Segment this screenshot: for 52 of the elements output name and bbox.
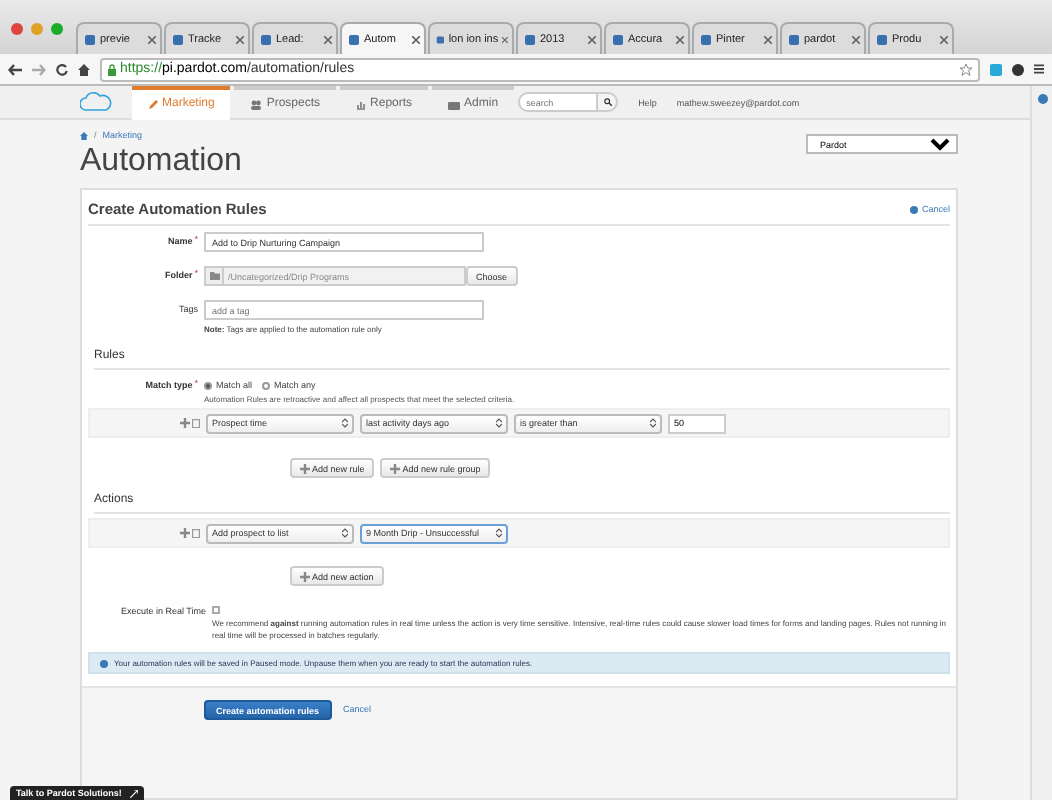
caret-icon (496, 418, 502, 428)
page-icon (436, 33, 445, 45)
caret-icon (342, 528, 348, 538)
home-icon[interactable] (78, 63, 90, 75)
back-icon[interactable] (8, 63, 22, 75)
search-icon[interactable] (603, 98, 612, 106)
close-icon[interactable] (412, 35, 420, 43)
lock-icon (108, 63, 116, 75)
logo-icon[interactable] (80, 92, 112, 112)
close-icon[interactable] (940, 35, 948, 43)
page-icon (260, 33, 272, 45)
page-icon (348, 33, 360, 45)
chart-icon (356, 99, 367, 109)
briefcase-icon (448, 99, 461, 109)
caret-icon (650, 418, 656, 428)
page-icon (876, 33, 888, 45)
home-icon[interactable] (80, 131, 88, 139)
plus-icon[interactable] (180, 528, 190, 538)
expand-icon[interactable] (129, 789, 138, 797)
plus-icon[interactable] (300, 463, 310, 473)
reload-icon[interactable] (56, 63, 68, 75)
plus-icon[interactable] (180, 418, 190, 428)
close-icon[interactable] (236, 35, 244, 43)
search-button[interactable] (598, 92, 619, 112)
close-icon[interactable] (676, 35, 684, 43)
plus-icon[interactable] (300, 571, 310, 581)
folder-icon (209, 272, 219, 280)
page-icon (172, 33, 184, 45)
radio-icon[interactable] (204, 381, 212, 389)
close-icon[interactable] (764, 35, 772, 43)
close-icon[interactable] (502, 35, 508, 43)
radio-icon[interactable] (262, 381, 271, 389)
caret-icon (342, 418, 348, 428)
pencil-icon (148, 99, 158, 109)
menu-icon[interactable] (1034, 64, 1044, 74)
plus-icon[interactable] (390, 463, 401, 473)
checkbox[interactable] (212, 606, 220, 614)
page-icon (612, 33, 624, 45)
page-title: Automation (80, 144, 242, 180)
close-icon[interactable] (852, 35, 860, 43)
page-icon (524, 33, 536, 45)
forward-icon[interactable] (32, 63, 46, 75)
page-icon (84, 33, 96, 45)
window-controls-icon[interactable] (10, 22, 66, 36)
star-icon[interactable] (960, 63, 972, 75)
people-icon (250, 99, 263, 109)
close-icon[interactable] (588, 35, 596, 43)
close-icon[interactable] (148, 35, 156, 43)
caret-icon (496, 528, 502, 538)
close-icon[interactable] (324, 35, 332, 43)
page-icon (700, 33, 712, 45)
page-icon (788, 33, 800, 45)
